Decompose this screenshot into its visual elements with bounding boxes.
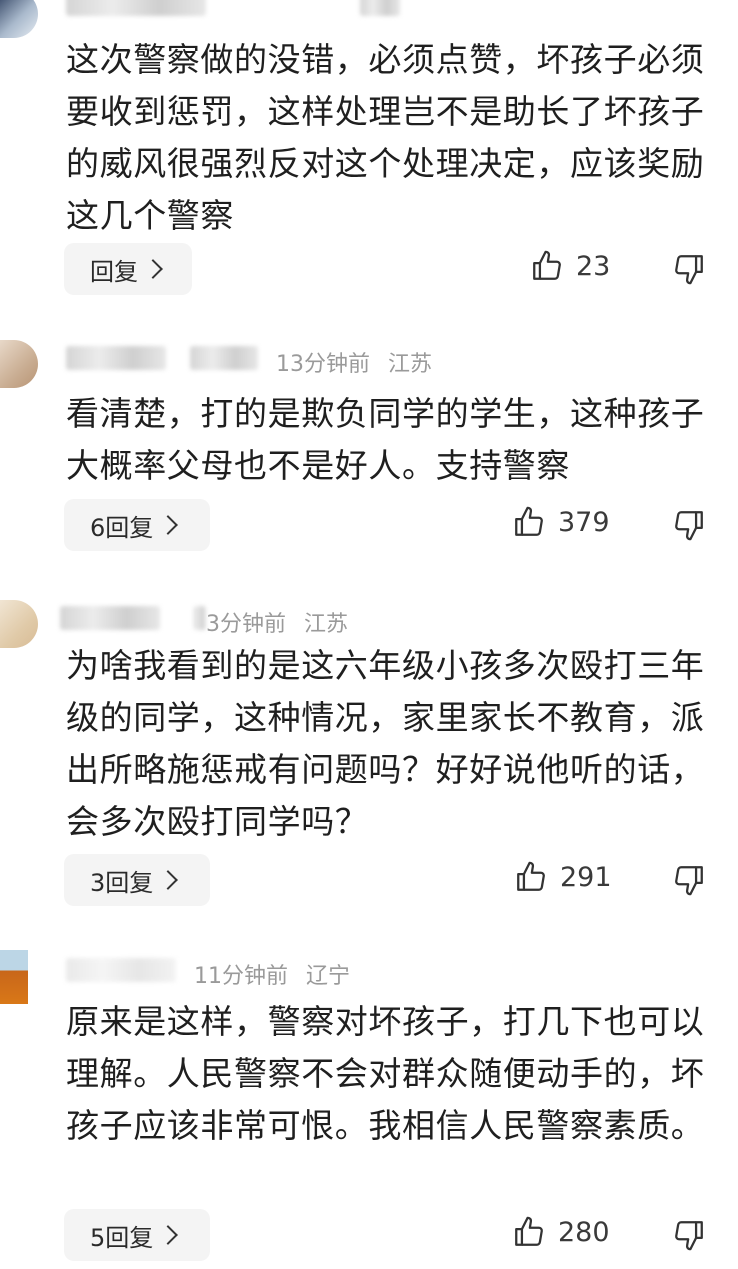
thumbs-up-icon (515, 506, 543, 536)
comment-time: 13分钟前 (276, 352, 370, 377)
comment-location: 江苏 (304, 612, 349, 637)
reply-label: 5回复 (90, 1223, 154, 1252)
username-blurred-2 (190, 346, 258, 370)
dislike-button[interactable] (672, 252, 706, 290)
chevron-right-icon (143, 259, 163, 279)
chevron-right-icon (158, 1225, 179, 1245)
reply-label: 6回复 (90, 513, 154, 542)
username-blurred[interactable] (66, 346, 166, 370)
dislike-button[interactable] (672, 863, 706, 901)
username-blurred[interactable] (60, 606, 160, 630)
like-count: 280 (558, 1216, 610, 1248)
comment-text: 这次警察做的没错，必须点赞，坏孩子必须要收到惩罚，这样处理岂不是助长了坏孩子的威… (66, 40, 705, 235)
thumbs-down-icon (675, 1221, 703, 1251)
thumbs-down-icon (675, 866, 703, 896)
comment-time: 11分钟前 (194, 964, 288, 989)
like-count: 291 (560, 861, 612, 893)
comment-location: 辽宁 (306, 964, 351, 989)
like-button[interactable]: 280 (512, 1215, 610, 1249)
like-button[interactable]: 23 (530, 249, 610, 283)
comment-text: 为啥我看到的是这六年级小孩多次殴打三年级的同学，这种情况，家里家长不教育，派出所… (66, 646, 705, 841)
reply-label: 回复 (90, 257, 138, 286)
username-blurred-2 (194, 606, 206, 630)
comment-meta: 3分钟前 江苏 (206, 606, 348, 638)
like-button[interactable]: 291 (514, 860, 612, 894)
thumbs-up-icon (533, 250, 561, 280)
dislike-button[interactable] (672, 1218, 706, 1256)
dislike-button[interactable] (672, 508, 706, 546)
comment-text: 看清楚，打的是欺负同学的学生，这种孩子大概率父母也不是好人。支持警察 (66, 394, 705, 485)
like-count: 23 (576, 250, 611, 282)
like-count: 379 (558, 506, 610, 538)
meta-blurred (360, 0, 400, 16)
avatar[interactable] (0, 950, 28, 1004)
thumbs-up-icon (515, 1216, 543, 1246)
avatar[interactable] (0, 0, 38, 38)
comment-location: 江苏 (388, 352, 433, 377)
comment-meta: 13分钟前 江苏 (276, 346, 432, 378)
reply-label: 3回复 (90, 868, 154, 897)
thumbs-down-icon (675, 511, 703, 541)
thumbs-up-icon (517, 861, 545, 891)
comment-text: 原来是这样，警察对坏孩子，打几下也可以理解。人民警察不会对群众随便动手的，坏孩子… (66, 1002, 705, 1145)
chevron-right-icon (158, 870, 179, 890)
reply-button[interactable]: 5回复 (64, 1209, 210, 1261)
thumbs-down-icon (675, 255, 703, 285)
avatar[interactable] (0, 340, 38, 388)
reply-button[interactable]: 回复 (64, 243, 192, 295)
comment-meta: 11分钟前 辽宁 (194, 958, 350, 990)
comment-time: 3分钟前 (206, 612, 286, 637)
avatar[interactable] (0, 600, 38, 648)
reply-button[interactable]: 6回复 (64, 499, 210, 551)
chevron-right-icon (158, 515, 179, 535)
like-button[interactable]: 379 (512, 505, 610, 539)
username-blurred[interactable] (66, 958, 176, 982)
reply-button[interactable]: 3回复 (64, 854, 210, 906)
username-blurred[interactable] (66, 0, 206, 16)
